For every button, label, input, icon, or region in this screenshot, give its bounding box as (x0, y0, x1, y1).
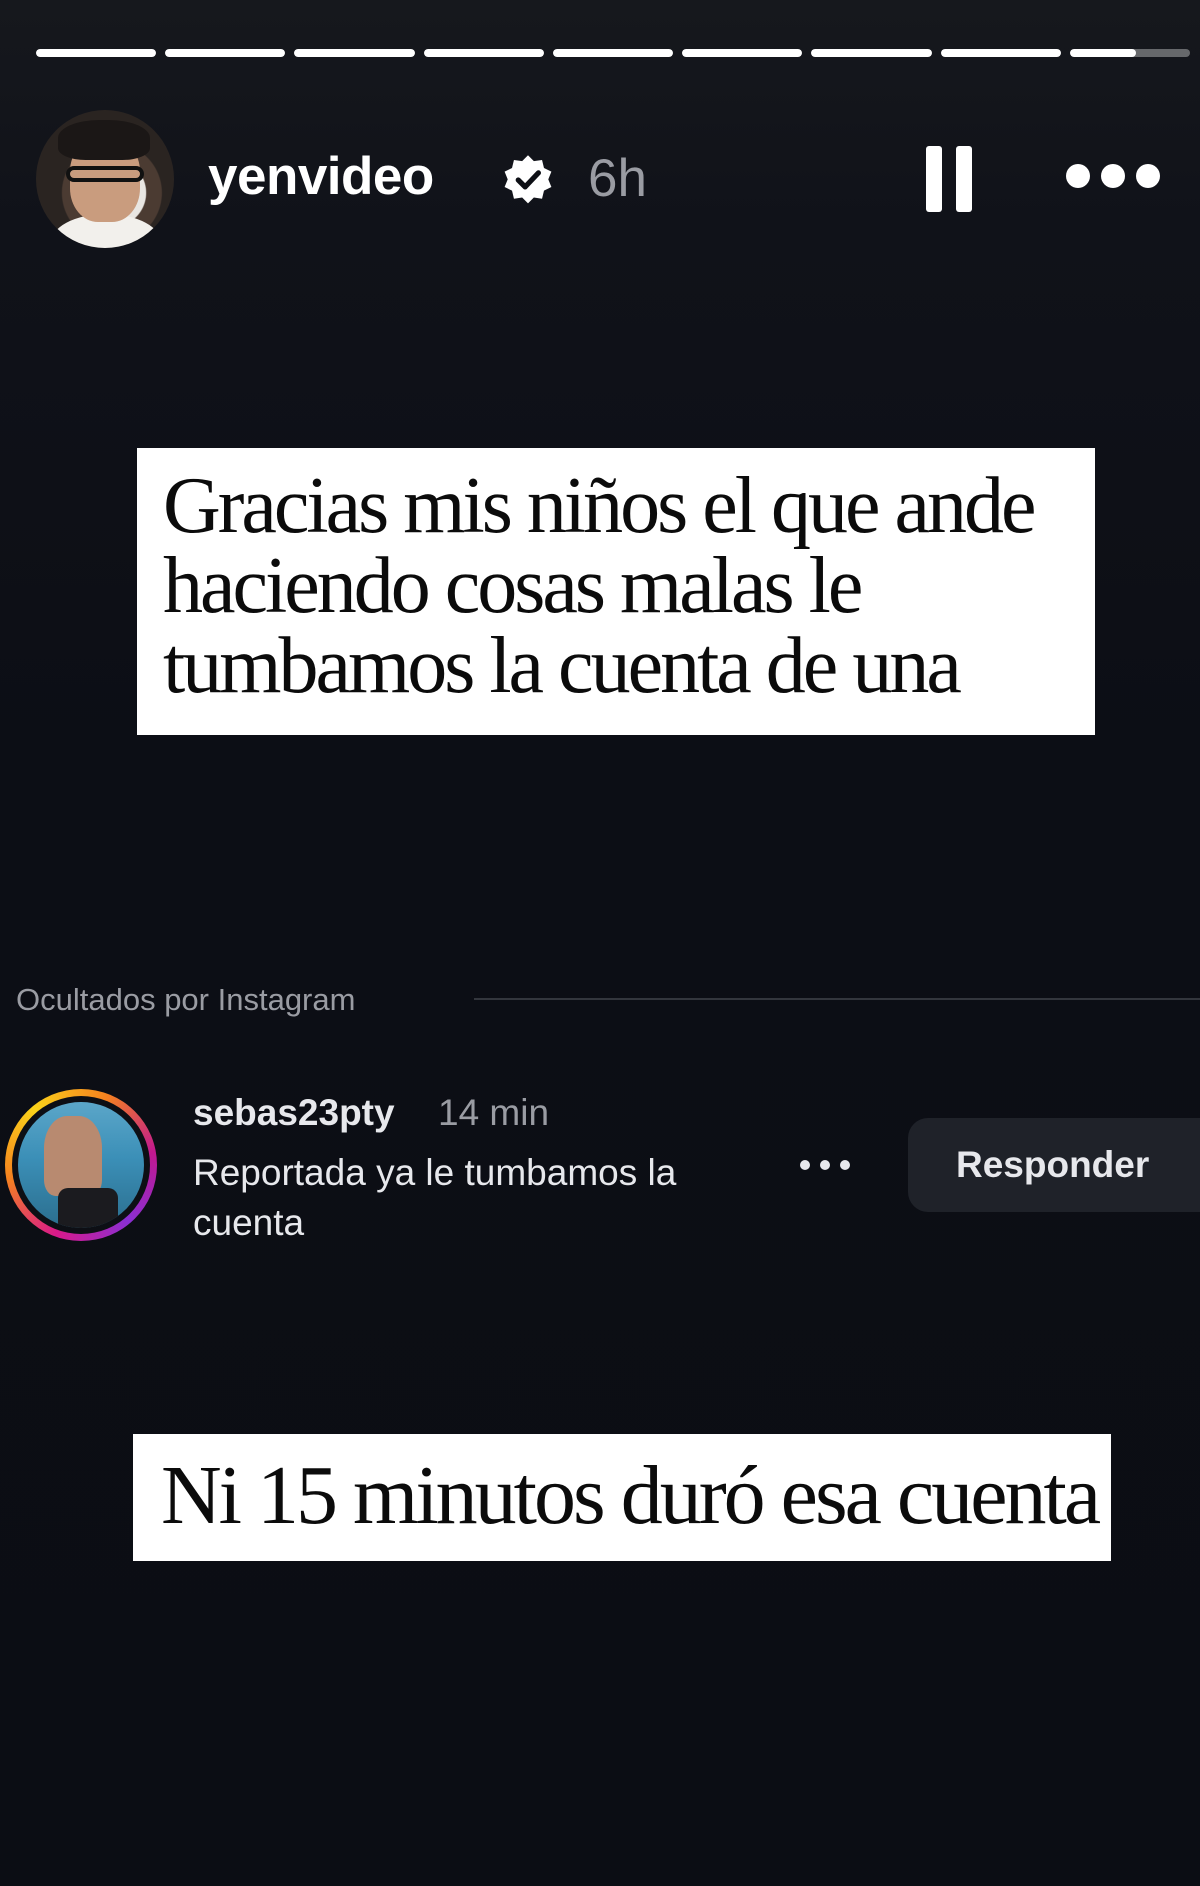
comment-text: Reportada ya le tumbamos la cuenta (193, 1152, 677, 1243)
progress-fill (940, 49, 1061, 57)
comment-more-icon[interactable] (800, 1160, 850, 1172)
progress-segment (165, 49, 286, 57)
story-viewer: yenvideo 6h Gracias mis niños el que and… (0, 0, 1200, 1886)
story-username[interactable]: yenvideo (208, 150, 434, 203)
progress-segment (294, 49, 415, 57)
progress-segment (36, 49, 157, 57)
progress-fill (1069, 49, 1136, 57)
progress-fill (423, 49, 544, 57)
progress-segment (1069, 49, 1190, 57)
progress-fill (552, 49, 674, 57)
text-sticker-thanks: Gracias mis niños el que ande haciendo c… (137, 448, 1095, 735)
progress-segment (940, 49, 1061, 57)
avatar-hair (58, 120, 150, 160)
progress-fill (36, 49, 157, 57)
progress-fill (811, 49, 932, 57)
verified-badge-icon (504, 155, 552, 204)
progress-fill (682, 49, 803, 57)
story-progress-bar (36, 49, 1190, 57)
photo-person (44, 1116, 102, 1196)
sticker-line: tumbamos la cuenta de una (163, 622, 962, 710)
comment-username[interactable]: sebas23pty (193, 1094, 395, 1131)
story-header: yenvideo 6h (36, 108, 1160, 248)
progress-segment (811, 49, 932, 57)
divider (474, 998, 1200, 1000)
sticker-line: haciendo cosas malas le (163, 542, 863, 630)
reply-button[interactable]: Responder (908, 1118, 1200, 1212)
commenter-avatar[interactable] (5, 1089, 157, 1241)
commenter-photo (18, 1102, 144, 1228)
progress-segment (552, 49, 674, 57)
progress-fill (165, 49, 286, 57)
comment-timestamp: 14 min (438, 1092, 550, 1133)
user-avatar[interactable] (36, 110, 174, 248)
progress-fill (294, 49, 415, 57)
hidden-by-instagram-label: Ocultados por Instagram (16, 982, 356, 1017)
progress-segment (423, 49, 544, 57)
more-options-icon[interactable] (1066, 164, 1160, 190)
progress-segment (682, 49, 803, 57)
text-sticker-minutes: Ni 15 minutos duró esa cuenta (133, 1434, 1111, 1561)
pause-icon[interactable] (924, 146, 974, 212)
photo-pants (58, 1188, 118, 1228)
avatar-glasses (66, 166, 144, 182)
sticker-line: Gracias mis niños el que ande (163, 462, 1037, 550)
story-timestamp: 6h (588, 149, 647, 208)
